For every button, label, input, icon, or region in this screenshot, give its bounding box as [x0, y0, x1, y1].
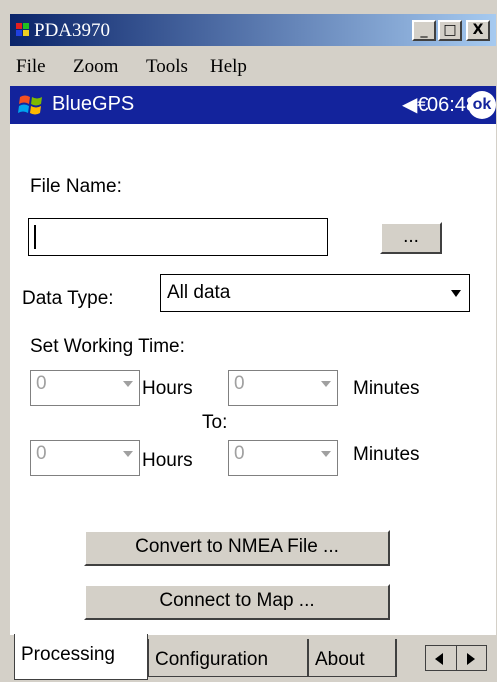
- convert-nmea-button[interactable]: Convert to NMEA File ...: [84, 530, 390, 566]
- windows-start-icon[interactable]: [16, 91, 46, 119]
- tab-strip: Processing Configuration About: [10, 634, 496, 682]
- tab-scroll-buttons: [425, 645, 487, 671]
- tab-processing[interactable]: Processing: [14, 634, 148, 680]
- data-type-value: All data: [167, 282, 231, 303]
- from-minutes-value: 0: [234, 373, 245, 394]
- window-title: PDA3970: [34, 20, 111, 41]
- set-working-time-label: Set Working Time:: [30, 336, 185, 357]
- text-cursor: [34, 225, 36, 249]
- to-hours-select[interactable]: 0: [30, 440, 140, 476]
- tab-configuration[interactable]: Configuration: [148, 639, 308, 677]
- menu-help[interactable]: Help: [210, 56, 247, 78]
- tab-scroll-area: [396, 639, 496, 677]
- from-hours-value: 0: [36, 373, 47, 394]
- content-area: File Name: ... Data Type: All data Set W…: [10, 124, 496, 634]
- data-type-label: Data Type:: [22, 288, 114, 309]
- maximize-button[interactable]: □: [438, 20, 462, 41]
- chevron-down-icon: [321, 451, 331, 457]
- close-button[interactable]: X: [466, 20, 490, 41]
- tab-about[interactable]: About: [308, 639, 396, 677]
- to-hours-value: 0: [36, 443, 47, 464]
- chevron-down-icon: [123, 381, 133, 387]
- scroll-divider: [456, 646, 457, 670]
- to-minutes-value: 0: [234, 443, 245, 464]
- menu-zoom[interactable]: Zoom: [73, 56, 118, 78]
- chevron-down-icon: [321, 381, 331, 387]
- to-hours-label: Hours: [142, 450, 193, 471]
- ok-button[interactable]: ok: [468, 91, 496, 119]
- scroll-left-icon[interactable]: [435, 653, 443, 665]
- connect-map-button[interactable]: Connect to Map ...: [84, 584, 390, 620]
- menu-bar: File Zoom Tools Help: [10, 46, 496, 86]
- app-title: BlueGPS: [52, 93, 135, 115]
- from-hours-select[interactable]: 0: [30, 370, 140, 406]
- browse-button[interactable]: ...: [380, 222, 442, 254]
- to-label: To:: [202, 412, 228, 433]
- menu-file[interactable]: File: [16, 56, 46, 78]
- file-name-label: File Name:: [30, 176, 122, 197]
- window-title-bar: PDA3970 _ □ X: [10, 14, 496, 46]
- app-window-icon: [16, 23, 29, 36]
- from-hours-label: Hours: [142, 378, 193, 399]
- speaker-icon[interactable]: ◀€: [402, 95, 429, 115]
- scroll-right-icon[interactable]: [467, 653, 475, 665]
- menu-tools[interactable]: Tools: [146, 56, 188, 78]
- navigation-bar: BlueGPS ◀€ 06:48 ok: [10, 86, 496, 124]
- to-minutes-select[interactable]: 0: [228, 440, 338, 476]
- chevron-down-icon: [123, 451, 133, 457]
- minimize-button[interactable]: _: [412, 20, 436, 41]
- file-name-input[interactable]: [28, 218, 328, 256]
- from-minutes-select[interactable]: 0: [228, 370, 338, 406]
- chevron-down-icon: [451, 290, 461, 297]
- to-minutes-label: Minutes: [353, 444, 420, 465]
- from-minutes-label: Minutes: [353, 378, 420, 399]
- data-type-select[interactable]: All data: [160, 274, 470, 312]
